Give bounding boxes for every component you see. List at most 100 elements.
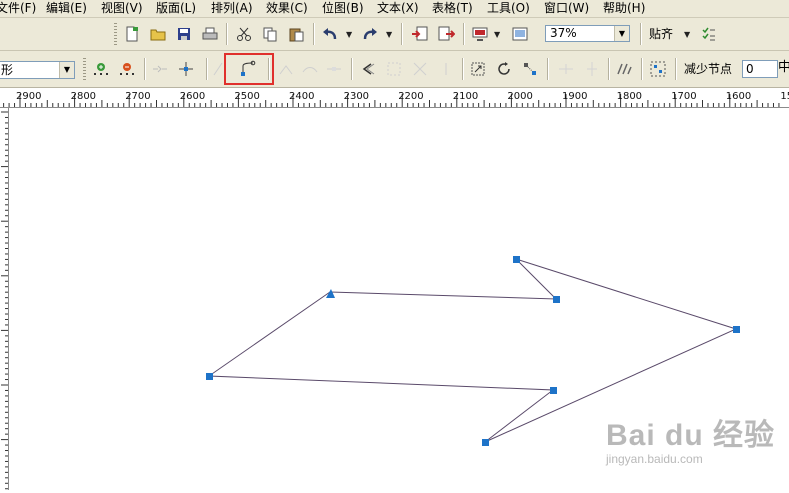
ruler-label: 1900 xyxy=(562,91,587,102)
reflect-horizontal-icon xyxy=(559,64,573,74)
paste-button[interactable] xyxy=(286,24,306,44)
node[interactable] xyxy=(206,373,213,380)
node[interactable] xyxy=(733,326,740,333)
auto-close-icon xyxy=(445,63,447,75)
make-smooth-button[interactable] xyxy=(300,59,320,79)
reduce-nodes-label: 减少节点 xyxy=(684,62,733,76)
selection-mode-select[interactable]: 形 ▼ xyxy=(0,61,75,79)
print-button[interactable] xyxy=(200,24,220,44)
ruler-label: 2700 xyxy=(125,91,150,102)
extract-subpath-icon xyxy=(413,62,427,76)
menu-table[interactable]: 表格(T) xyxy=(432,1,473,16)
menu-edit[interactable]: 编辑(E) xyxy=(46,1,87,16)
separator xyxy=(463,23,464,45)
menu-window[interactable]: 窗口(W) xyxy=(544,1,589,16)
node[interactable] xyxy=(513,256,520,263)
horizontal-ruler[interactable]: 2900 2800 2700 2600 2500 2400 2300 2200 2100 2000… xyxy=(0,88,789,108)
separator xyxy=(640,23,641,45)
redo-dropdown-icon[interactable]: ▼ xyxy=(386,30,392,39)
make-symmetrical-button[interactable] xyxy=(324,59,344,79)
arrow-shape-path[interactable] xyxy=(207,258,738,443)
reverse-direction-icon xyxy=(362,63,375,75)
vertical-ruler[interactable] xyxy=(0,108,9,490)
align-nodes-button[interactable] xyxy=(520,59,540,79)
zoom-level-combo[interactable]: 37% ▼ xyxy=(545,25,630,42)
new-document-button[interactable] xyxy=(122,24,142,44)
selection-mode-value: 形 xyxy=(1,63,14,77)
separator xyxy=(268,58,269,80)
zoom-dropdown-icon[interactable]: ▼ xyxy=(614,26,629,41)
reflect-horizontal-button[interactable] xyxy=(556,59,576,79)
launcher-dropdown-icon[interactable]: ▼ xyxy=(494,30,500,39)
menu-tools[interactable]: 工具(O) xyxy=(487,1,530,16)
menu-view[interactable]: 视图(V) xyxy=(101,1,143,16)
reverse-direction-button[interactable] xyxy=(358,59,378,79)
menu-file[interactable]: 文件(F) xyxy=(0,1,36,16)
export-button[interactable] xyxy=(436,24,456,44)
ruler-label: 1600 xyxy=(726,91,751,102)
ruler-label: 1800 xyxy=(617,91,642,102)
selection-mode-dropdown-icon[interactable]: ▼ xyxy=(59,62,74,78)
options-button[interactable] xyxy=(698,24,718,44)
property-bar: 形 ▼ 减少节点 0 中 xyxy=(0,51,789,88)
separator xyxy=(547,58,548,80)
copy-button[interactable] xyxy=(260,24,280,44)
menu-layout[interactable]: 版面(L) xyxy=(156,1,196,16)
menu-arrange[interactable]: 排列(A) xyxy=(211,1,253,16)
separator xyxy=(675,58,676,80)
ruler-label: 2900 xyxy=(16,91,41,102)
menu-effects[interactable]: 效果(C) xyxy=(266,1,308,16)
separator xyxy=(144,58,145,80)
application-launcher-button[interactable] xyxy=(470,24,490,44)
ruler-label: 1700 xyxy=(671,91,696,102)
separator xyxy=(608,58,609,80)
rotate-skew-nodes-button[interactable] xyxy=(494,59,514,79)
redo-button[interactable] xyxy=(360,24,380,44)
new-document-icon xyxy=(126,26,138,42)
join-nodes-button[interactable] xyxy=(150,59,170,79)
reflect-vertical-icon xyxy=(587,62,597,76)
cut-button[interactable] xyxy=(234,24,254,44)
undo-dropdown-icon[interactable]: ▼ xyxy=(346,30,352,39)
ruler-label: 150 xyxy=(780,91,789,102)
extend-curve-button[interactable] xyxy=(384,59,404,79)
ruler-ticks: 2900 2800 2700 2600 2500 2400 2300 2200 2100 2000… xyxy=(3,91,789,107)
menu-bitmaps[interactable]: 位图(B) xyxy=(322,1,364,16)
drawing-canvas[interactable] xyxy=(9,108,789,490)
elastic-mode-icon xyxy=(617,63,632,75)
extract-subpath-button[interactable] xyxy=(410,59,430,79)
printer-icon xyxy=(202,27,218,40)
reduce-nodes-input[interactable]: 0 xyxy=(742,60,778,78)
add-nodes-button[interactable] xyxy=(91,59,111,79)
toolbar-grip[interactable] xyxy=(114,23,117,45)
elastic-mode-button[interactable] xyxy=(614,59,634,79)
auto-close-button[interactable] xyxy=(436,59,456,79)
undo-button[interactable] xyxy=(320,24,340,44)
reflect-vertical-button[interactable] xyxy=(582,59,602,79)
select-all-nodes-icon xyxy=(650,61,666,77)
make-cusp-button[interactable] xyxy=(276,59,296,79)
delete-node-icon xyxy=(120,63,134,75)
ruler-label: 2800 xyxy=(71,91,96,102)
reduce-nodes-spinner[interactable]: 中 xyxy=(778,60,789,78)
ruler-label: 2000 xyxy=(507,91,532,102)
import-button[interactable] xyxy=(410,24,430,44)
separator xyxy=(313,23,314,45)
welcome-screen-icon xyxy=(512,27,528,41)
select-all-nodes-button[interactable] xyxy=(648,59,668,79)
delete-nodes-button[interactable] xyxy=(117,59,137,79)
node[interactable] xyxy=(550,387,557,394)
welcome-screen-button[interactable] xyxy=(510,24,530,44)
open-button[interactable] xyxy=(148,24,168,44)
menu-help[interactable]: 帮助(H) xyxy=(603,1,645,16)
toolbar-grip[interactable] xyxy=(83,58,86,80)
stretch-scale-nodes-button[interactable] xyxy=(468,59,488,79)
snap-dropdown-icon[interactable]: ▼ xyxy=(684,30,690,39)
node[interactable] xyxy=(553,296,560,303)
snap-to-button[interactable]: 贴齐 xyxy=(649,27,673,42)
menu-text[interactable]: 文本(X) xyxy=(377,1,419,16)
rotate-nodes-icon xyxy=(498,62,510,75)
break-curve-button[interactable] xyxy=(176,59,196,79)
save-button[interactable] xyxy=(174,24,194,44)
node[interactable] xyxy=(482,439,489,446)
